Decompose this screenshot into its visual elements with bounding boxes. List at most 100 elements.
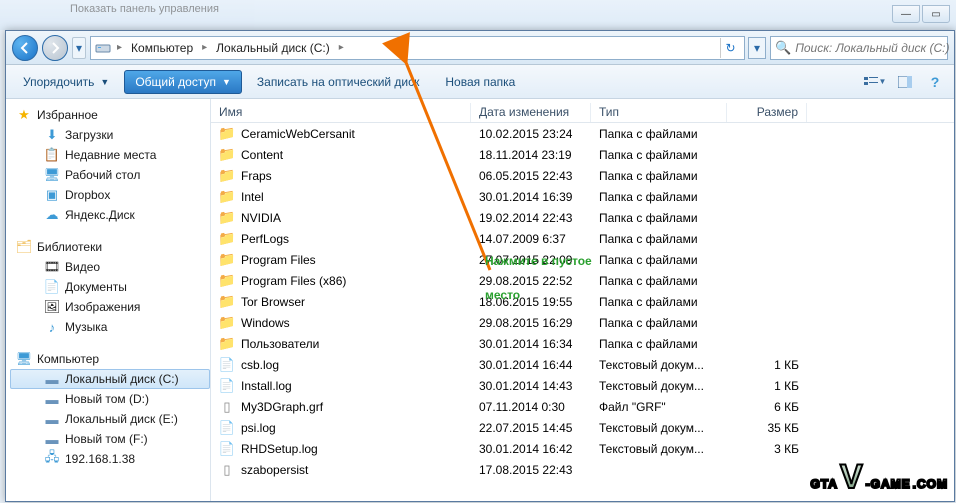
file-date: 22.07.2015 14:45 bbox=[471, 421, 591, 435]
file-type: Текстовый докум... bbox=[591, 421, 727, 435]
file-name: RHDSetup.log bbox=[241, 442, 318, 456]
file-date: 30.01.2014 16:34 bbox=[471, 337, 591, 351]
sidebar-item-dropbox[interactable]: ▣Dropbox bbox=[10, 185, 210, 205]
sidebar-item-drive-c[interactable]: ▬Локальный диск (C:) bbox=[10, 369, 210, 389]
file-row[interactable]: 📁Fraps06.05.2015 22:43Папка с файлами bbox=[211, 165, 954, 186]
video-icon: 🎞 bbox=[44, 259, 60, 275]
back-button[interactable] bbox=[12, 35, 38, 61]
file-name: PerfLogs bbox=[241, 232, 289, 246]
text-file-icon: 📄 bbox=[219, 357, 235, 373]
file-type: Папка с файлами bbox=[591, 232, 727, 246]
burn-button[interactable]: Записать на оптический диск bbox=[246, 70, 431, 94]
file-name: Fraps bbox=[241, 169, 272, 183]
forward-button[interactable] bbox=[42, 35, 68, 61]
address-bar[interactable]: ▸ Компьютер ▸ Локальный диск (C:) ▸ ↻ bbox=[90, 36, 745, 60]
file-list[interactable]: 📁CeramicWebCersanit10.02.2015 23:24Папка… bbox=[211, 123, 954, 501]
file-name: Program Files (x86) bbox=[241, 274, 346, 288]
file-date: 07.11.2014 0:30 bbox=[471, 400, 591, 414]
file-list-pane: Имя Дата изменения Тип Размер 📁CeramicWe… bbox=[211, 99, 954, 501]
preview-pane-button[interactable] bbox=[892, 70, 918, 94]
share-button[interactable]: Общий доступ▼ bbox=[124, 70, 242, 94]
help-icon: ? bbox=[931, 74, 940, 90]
folder-icon: 📁 bbox=[219, 252, 235, 268]
file-name: Install.log bbox=[241, 379, 292, 393]
file-row[interactable]: 📁PerfLogs14.07.2009 6:37Папка с файлами bbox=[211, 228, 954, 249]
file-type: Текстовый докум... bbox=[591, 358, 727, 372]
file-row[interactable]: 📁Tor Browser18.06.2015 19:55Папка с файл… bbox=[211, 291, 954, 312]
sidebar-item-downloads[interactable]: ⬇Загрузки bbox=[10, 125, 210, 145]
sidebar-item-recent[interactable]: 📋Недавние места bbox=[10, 145, 210, 165]
file-size: 35 КБ bbox=[727, 421, 807, 435]
sidebar-item-documents[interactable]: 📄Документы bbox=[10, 277, 210, 297]
drive-icon: ▬ bbox=[44, 411, 60, 427]
libraries-header[interactable]: 🗂Библиотеки bbox=[10, 237, 210, 257]
search-input[interactable] bbox=[795, 41, 952, 55]
file-row[interactable]: 📁Program Files27.07.2015 22:09Папка с фа… bbox=[211, 249, 954, 270]
file-row[interactable]: 📁CeramicWebCersanit10.02.2015 23:24Папка… bbox=[211, 123, 954, 144]
file-date: 30.01.2014 16:44 bbox=[471, 358, 591, 372]
file-name: psi.log bbox=[241, 421, 276, 435]
pane-icon bbox=[898, 76, 912, 88]
file-type: Папка с файлами bbox=[591, 316, 727, 330]
sidebar-item-drive-d[interactable]: ▬Новый том (D:) bbox=[10, 389, 210, 409]
file-row[interactable]: 📁Пользователи30.01.2014 16:34Папка с фай… bbox=[211, 333, 954, 354]
file-name: CeramicWebCersanit bbox=[241, 127, 355, 141]
file-date: 30.01.2014 14:43 bbox=[471, 379, 591, 393]
file-date: 29.08.2015 22:52 bbox=[471, 274, 591, 288]
star-icon: ★ bbox=[16, 107, 32, 123]
file-row[interactable]: 📄 psi.log 22.07.2015 14:45Текстовый докум.… bbox=[211, 417, 954, 438]
network-icon: 🖧 bbox=[44, 451, 60, 467]
folder-icon: 📁 bbox=[219, 168, 235, 184]
maximize-button[interactable]: ▭ bbox=[922, 5, 950, 23]
sidebar-item-desktop[interactable]: 🖥Рабочий стол bbox=[10, 165, 210, 185]
chevron-down-icon: ▼ bbox=[100, 77, 109, 87]
sidebar-item-drive-e[interactable]: ▬Локальный диск (E:) bbox=[10, 409, 210, 429]
file-row[interactable]: 📁Content18.11.2014 23:19Папка с файлами bbox=[211, 144, 954, 165]
new-folder-button[interactable]: Новая папка bbox=[434, 70, 526, 94]
help-button[interactable]: ? bbox=[922, 70, 948, 94]
sidebar-item-music[interactable]: ♪Музыка bbox=[10, 317, 210, 337]
file-type: Папка с файлами bbox=[591, 274, 727, 288]
breadcrumb-disk[interactable]: Локальный диск (C:) bbox=[213, 40, 333, 56]
refresh-button[interactable]: ↻ bbox=[720, 38, 740, 58]
sidebar-item-pictures[interactable]: 🖼Изображения bbox=[10, 297, 210, 317]
column-date[interactable]: Дата изменения bbox=[471, 103, 591, 122]
drive-icon bbox=[95, 40, 111, 56]
search-box[interactable]: 🔍 bbox=[770, 36, 948, 60]
sidebar-item-network[interactable]: 🖧192.168.1.38 bbox=[10, 449, 210, 469]
file-row[interactable]: 📁Intel30.01.2014 16:39Папка с файлами bbox=[211, 186, 954, 207]
arrow-left-icon bbox=[19, 42, 31, 54]
organize-button[interactable]: Упорядочить▼ bbox=[12, 70, 120, 94]
sidebar-item-yandex[interactable]: ☁Яндекс.Диск bbox=[10, 205, 210, 225]
file-row[interactable]: 📁Windows29.08.2015 16:29Папка с файлами bbox=[211, 312, 954, 333]
column-size[interactable]: Размер bbox=[727, 103, 807, 122]
column-name[interactable]: Имя bbox=[211, 103, 471, 122]
text-file-icon: 📄 bbox=[219, 420, 235, 436]
navigation-pane[interactable]: ★Избранное ⬇Загрузки 📋Недавние места 🖥Ра… bbox=[6, 99, 211, 501]
favorites-header[interactable]: ★Избранное bbox=[10, 105, 210, 125]
minimize-button[interactable]: — bbox=[892, 5, 920, 23]
file-row[interactable]: 📄Install.log30.01.2014 14:43Текстовый до… bbox=[211, 375, 954, 396]
sidebar-item-drive-f[interactable]: ▬Новый том (F:) bbox=[10, 429, 210, 449]
file-name: Content bbox=[241, 148, 283, 162]
file-row[interactable]: 📄csb.log30.01.2014 16:44Текстовый докум.… bbox=[211, 354, 954, 375]
folder-icon: 📁 bbox=[219, 273, 235, 289]
file-type: Папка с файлами bbox=[591, 169, 727, 183]
folder-icon: 📁 bbox=[219, 336, 235, 352]
file-row[interactable]: 📁 Program Files (x86) 29.08.2015 22:52Папк… bbox=[211, 270, 954, 291]
breadcrumb-computer[interactable]: Компьютер bbox=[128, 40, 196, 56]
computer-group: 🖥Компьютер ▬Локальный диск (C:) ▬Новый т… bbox=[10, 349, 210, 469]
computer-header[interactable]: 🖥Компьютер bbox=[10, 349, 210, 369]
file-row[interactable]: 📄RHDSetup.log30.01.2014 16:42Текстовый д… bbox=[211, 438, 954, 459]
address-dropdown[interactable]: ▾ bbox=[748, 37, 766, 59]
file-size: 1 КБ bbox=[727, 358, 807, 372]
column-type[interactable]: Тип bbox=[591, 103, 727, 122]
text-file-icon: 📄 bbox=[219, 378, 235, 394]
toolbar: Упорядочить▼ Общий доступ▼ Записать на о… bbox=[6, 65, 954, 99]
file-type: Папка с файлами bbox=[591, 211, 727, 225]
file-row[interactable]: 📁NVIDIA19.02.2014 22:43Папка с файлами bbox=[211, 207, 954, 228]
sidebar-item-video[interactable]: 🎞Видео bbox=[10, 257, 210, 277]
nav-history-dropdown[interactable]: ▾ bbox=[72, 37, 86, 59]
view-button[interactable]: ▼ bbox=[862, 70, 888, 94]
file-row[interactable]: ▯My3DGraph.grf07.11.2014 0:30Файл "GRF"6… bbox=[211, 396, 954, 417]
